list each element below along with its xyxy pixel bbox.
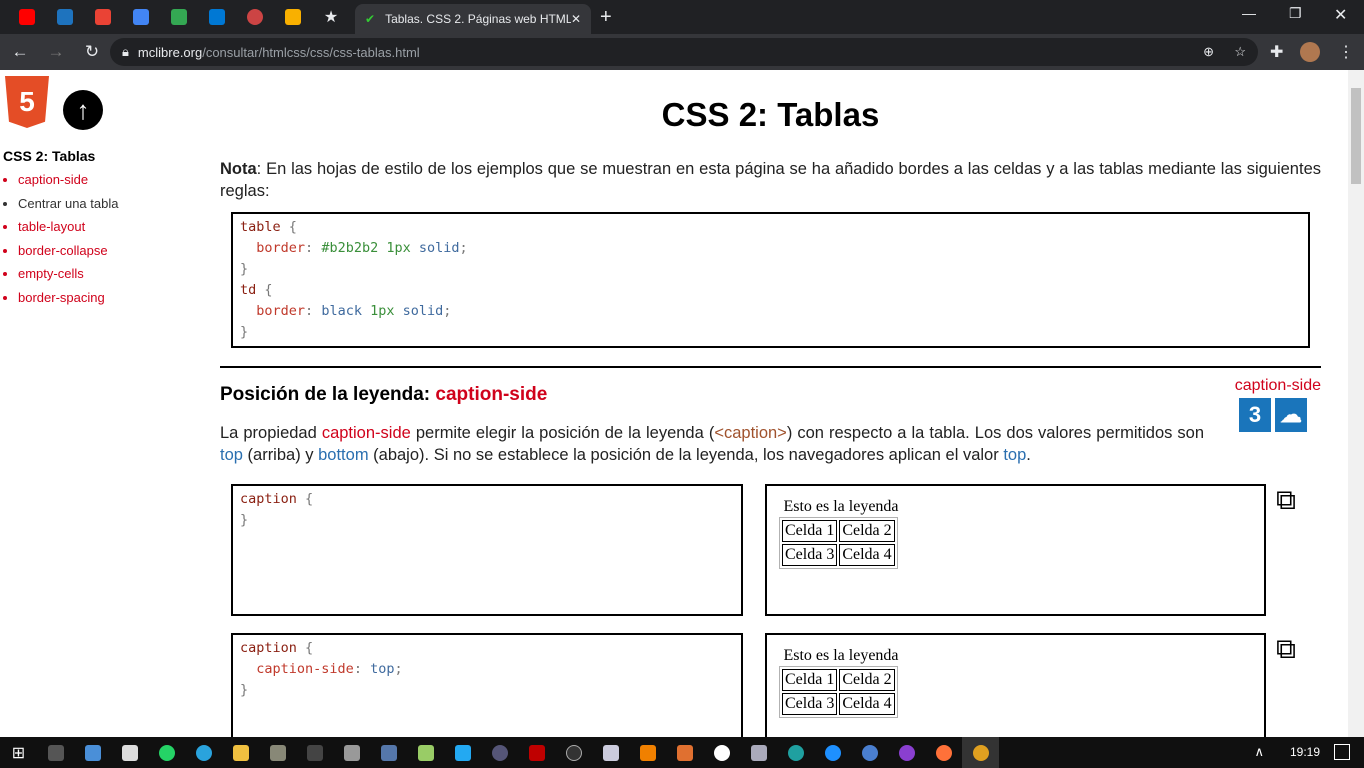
app-icon[interactable] (703, 737, 740, 768)
app-icon[interactable] (370, 737, 407, 768)
mdn-icon[interactable]: ☁ (1275, 398, 1307, 432)
bookmark-moodle[interactable] (274, 0, 312, 34)
start-button[interactable]: ⊞ (0, 737, 37, 768)
bookmark-asm[interactable] (46, 0, 84, 34)
menu-icon[interactable]: ⋮ (1338, 42, 1354, 62)
app-icon[interactable] (888, 737, 925, 768)
address-bar[interactable]: 🔒︎ mclibre.org/consultar/htmlcss/css/css… (110, 38, 1258, 66)
bookmark-calendar[interactable] (122, 0, 160, 34)
scrollbar[interactable] (1348, 70, 1364, 737)
ie-icon[interactable] (814, 737, 851, 768)
sidebar-link-caption-side[interactable]: caption-side (18, 172, 88, 187)
sidebar-link-table-layout[interactable]: table-layout (18, 219, 85, 234)
chrome-dev-icon[interactable] (851, 737, 888, 768)
back-button[interactable]: ← (4, 42, 36, 62)
close-tab-icon[interactable]: ✕ (571, 12, 581, 26)
zoom-icon[interactable]: ⊕ (1203, 44, 1214, 60)
star-icon[interactable]: ★ (312, 0, 350, 34)
sidebar: 5 ↑ CSS 2: Tablas caption-side Centrar u… (3, 70, 203, 309)
app-icon[interactable] (555, 737, 592, 768)
bookmark-star-icon[interactable]: ☆ (1234, 44, 1246, 60)
task-view-icon[interactable] (37, 737, 74, 768)
minimize-button[interactable]: — (1242, 5, 1256, 21)
restore-button[interactable]: ❐ (1289, 5, 1302, 22)
taskbar: ⊞ ∧ 19:19 (0, 737, 1364, 768)
app-icon[interactable] (259, 737, 296, 768)
bookmark-drive[interactable] (160, 0, 198, 34)
example-result: Esto es la leyenda Celda 1 Celda 2 Celda 3… (765, 633, 1266, 737)
sidebar-link-border-collapse[interactable]: border-collapse (18, 243, 108, 258)
bookmark-app[interactable] (236, 0, 274, 34)
edge-icon[interactable] (777, 737, 814, 768)
bookmark-youtube[interactable] (8, 0, 46, 34)
app-icon[interactable] (592, 737, 629, 768)
web-page: 5 ↑ CSS 2: Tablas caption-side Centrar u… (0, 70, 1348, 737)
section-paragraph: La propiedad caption-side permite elegir… (220, 424, 1205, 464)
extensions-icon[interactable]: ✚ (1270, 42, 1283, 62)
example-code: caption { caption-side: top; } (231, 633, 743, 737)
explorer-icon[interactable] (222, 737, 259, 768)
divider (220, 366, 1321, 368)
code-block-base: table { border: #b2b2b2 1px solid; } td … (231, 212, 1310, 348)
whatsapp-icon[interactable] (148, 737, 185, 768)
reference-link[interactable]: caption-side (1235, 377, 1321, 394)
clock[interactable]: 19:19 (1290, 745, 1320, 759)
firefox-icon[interactable] (925, 737, 962, 768)
app-icon[interactable] (481, 737, 518, 768)
vlc-icon[interactable] (629, 737, 666, 768)
new-tab-button[interactable]: + (600, 6, 612, 29)
section-title: Posición de la leyenda: caption-side (220, 384, 548, 405)
tab-favicon-icon: ✔ (365, 12, 376, 26)
app-icon[interactable] (111, 737, 148, 768)
open-external-icon[interactable]: ⧉ (1276, 484, 1296, 517)
chrome-icon[interactable] (962, 737, 999, 768)
active-tab[interactable]: ✔ Tablas. CSS 2. Páginas web HTML ✕ (355, 4, 591, 34)
example-code: caption { } (231, 484, 743, 616)
sidebar-link-border-spacing[interactable]: border-spacing (18, 290, 105, 305)
reload-button[interactable]: ↻ (76, 42, 108, 62)
app-icon[interactable] (740, 737, 777, 768)
example-1: caption { } Esto es la leyenda Celda 1 Ce… (231, 484, 1321, 616)
page-title: CSS 2: Tablas (661, 96, 880, 133)
example-2: caption { caption-side: top; } Esto es l… (231, 633, 1321, 737)
notepad-icon[interactable] (407, 737, 444, 768)
reference-box: caption-side 3 ☁ (1235, 377, 1321, 432)
example-result: Esto es la leyenda Celda 1 Celda 2 Celda 3… (765, 484, 1266, 616)
lock-icon: 🔒︎ (122, 44, 129, 59)
bookmark-mail[interactable] (198, 0, 236, 34)
filezilla-icon[interactable] (518, 737, 555, 768)
close-window-button[interactable]: ✕ (1334, 5, 1347, 25)
app-icon[interactable] (74, 737, 111, 768)
sidebar-title: CSS 2: Tablas (3, 148, 96, 164)
bookmark-gmail[interactable] (84, 0, 122, 34)
app-icon[interactable] (666, 737, 703, 768)
forward-button[interactable]: → (40, 42, 72, 62)
main-content: CSS 2: Tablas Nota: En las hojas de esti… (220, 70, 1321, 737)
html5-logo-icon[interactable]: 5 (5, 76, 49, 128)
vscode-icon[interactable] (444, 737, 481, 768)
css3-icon[interactable]: 3 (1239, 398, 1271, 432)
telegram-icon[interactable] (185, 737, 222, 768)
app-icon[interactable] (333, 737, 370, 768)
tray-chevron-icon[interactable]: ∧ (1254, 744, 1264, 760)
terminal-icon[interactable] (296, 737, 333, 768)
tab-strip: ★ ✔ Tablas. CSS 2. Páginas web HTML ✕ + … (0, 0, 1364, 34)
up-arrow-icon[interactable]: ↑ (63, 90, 103, 130)
avatar[interactable] (1300, 42, 1320, 62)
open-external-icon[interactable]: ⧉ (1276, 633, 1296, 666)
sidebar-link-centrar[interactable]: Centrar una tabla (18, 196, 118, 211)
note: Nota: En las hojas de estilo de los ejem… (220, 160, 1321, 200)
sidebar-link-empty-cells[interactable]: empty-cells (18, 266, 84, 281)
notifications-icon[interactable] (1334, 744, 1350, 760)
toolbar: ← → ↻ 🔒︎ mclibre.org/consultar/htmlcss/c… (0, 34, 1364, 70)
